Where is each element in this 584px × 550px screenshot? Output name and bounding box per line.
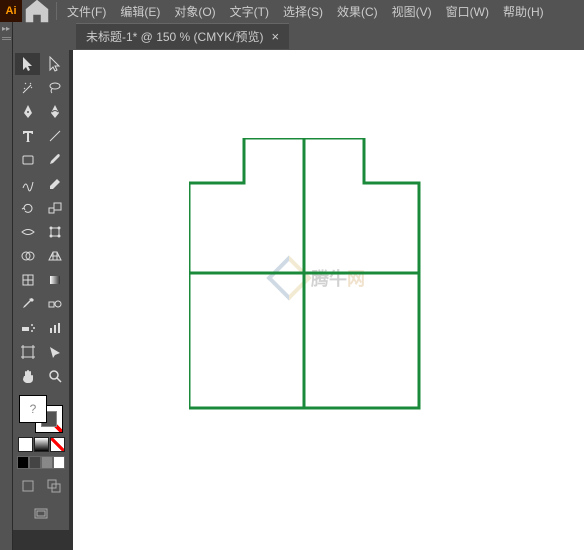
rectangle-tool-icon[interactable]: [15, 149, 40, 171]
menu-window[interactable]: 窗口(W): [440, 0, 495, 23]
tool-panel: ?: [13, 50, 69, 530]
rotate-tool-icon[interactable]: [15, 197, 40, 219]
menu-edit[interactable]: 编辑(E): [114, 0, 166, 23]
fill-color-icon[interactable]: ?: [19, 395, 47, 423]
mesh-tool-icon[interactable]: [15, 269, 40, 291]
hand-tool-icon[interactable]: [15, 365, 40, 387]
curvature-tool-icon[interactable]: [42, 101, 67, 123]
color-mode-solid-icon[interactable]: [18, 437, 33, 452]
paintbrush-tool-icon[interactable]: [42, 149, 67, 171]
pen-tool-icon[interactable]: [15, 101, 40, 123]
color-mode-gradient-icon[interactable]: [34, 437, 49, 452]
free-transform-tool-icon[interactable]: [42, 221, 67, 243]
screen-mode-icon[interactable]: [29, 503, 54, 525]
menu-help[interactable]: 帮助(H): [497, 0, 550, 23]
eraser-tool-icon[interactable]: [42, 173, 67, 195]
artwork-path: [189, 138, 419, 408]
color-mode-none-icon[interactable]: [50, 437, 65, 452]
shaper-tool-icon[interactable]: [15, 173, 40, 195]
menu-object[interactable]: 对象(O): [168, 0, 221, 23]
canvas[interactable]: 腾牛网: [73, 50, 584, 550]
draw-normal-icon[interactable]: [17, 475, 39, 497]
swatch-dark-gray[interactable]: [29, 456, 41, 469]
tab-close-icon[interactable]: ×: [272, 29, 280, 44]
swatch-white[interactable]: [53, 456, 65, 469]
artwork-shape[interactable]: [189, 138, 423, 412]
tab-title: 未标题-1* @ 150 % (CMYK/预览): [86, 28, 264, 45]
zoom-tool-icon[interactable]: [42, 365, 67, 387]
gradient-tool-icon[interactable]: [42, 269, 67, 291]
symbol-sprayer-tool-icon[interactable]: [15, 317, 40, 339]
direct-selection-tool-icon[interactable]: [42, 53, 67, 75]
perspective-grid-tool-icon[interactable]: [42, 245, 67, 267]
swatch-gray[interactable]: [41, 456, 53, 469]
draw-behind-icon[interactable]: [43, 475, 65, 497]
slice-tool-icon[interactable]: [42, 341, 67, 363]
main-menu: 文件(F) 编辑(E) 对象(O) 文字(T) 选择(S) 效果(C) 视图(V…: [61, 0, 550, 23]
panel-collapse-icon[interactable]: ▸▸: [0, 24, 12, 33]
scale-tool-icon[interactable]: [42, 197, 67, 219]
app-icon: Ai: [0, 0, 22, 22]
type-tool-icon[interactable]: [15, 125, 40, 147]
artboard-tool-icon[interactable]: [15, 341, 40, 363]
menu-type[interactable]: 文字(T): [224, 0, 275, 23]
lasso-tool-icon[interactable]: [42, 77, 67, 99]
menu-file[interactable]: 文件(F): [61, 0, 112, 23]
column-graph-tool-icon[interactable]: [42, 317, 67, 339]
menu-effect[interactable]: 效果(C): [331, 0, 384, 23]
eyedropper-tool-icon[interactable]: [15, 293, 40, 315]
document-tab[interactable]: 未标题-1* @ 150 % (CMYK/预览) ×: [76, 23, 289, 49]
home-icon[interactable]: [22, 0, 52, 26]
swatch-black[interactable]: [17, 456, 29, 469]
color-proxy[interactable]: ?: [19, 395, 63, 433]
selection-tool-icon[interactable]: [15, 53, 40, 75]
shape-builder-tool-icon[interactable]: [15, 245, 40, 267]
magic-wand-tool-icon[interactable]: [15, 77, 40, 99]
menu-select[interactable]: 选择(S): [277, 0, 329, 23]
line-tool-icon[interactable]: [42, 125, 67, 147]
panel-grip-icon[interactable]: [2, 37, 11, 40]
menu-view[interactable]: 视图(V): [386, 0, 438, 23]
width-tool-icon[interactable]: [15, 221, 40, 243]
blend-tool-icon[interactable]: [42, 293, 67, 315]
